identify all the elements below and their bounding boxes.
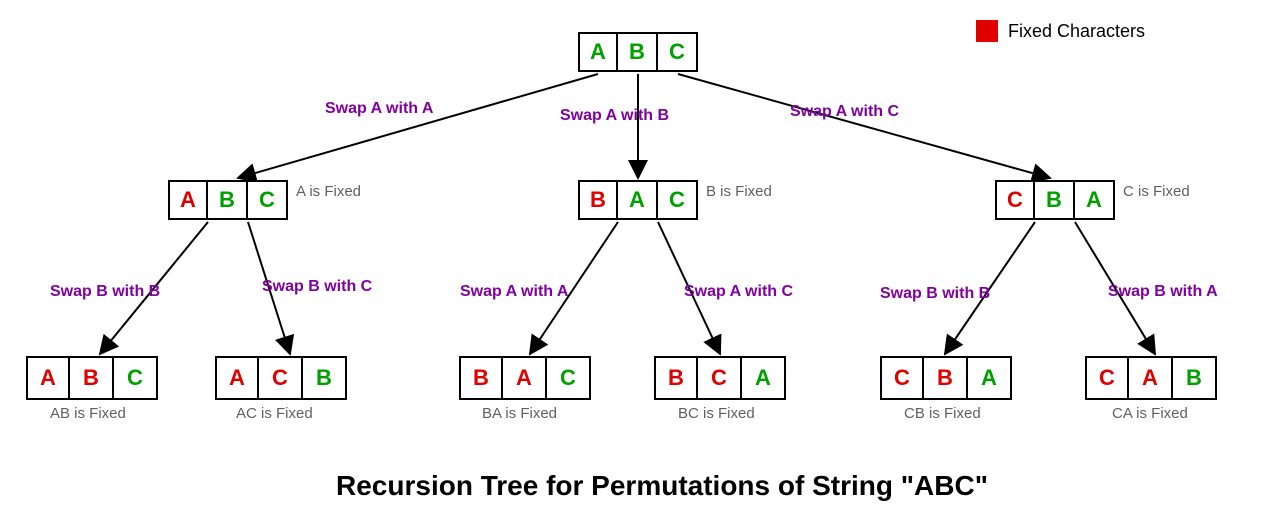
cell: A <box>215 356 259 400</box>
cell: B <box>924 356 968 400</box>
cell: B <box>70 356 114 400</box>
swap-label: Swap A with A <box>325 100 433 118</box>
node-mid-0: A B C <box>168 180 288 220</box>
cell: C <box>248 180 288 220</box>
cell: B <box>1035 180 1075 220</box>
cell: B <box>459 356 503 400</box>
node-leaf-0: A B C <box>26 356 158 400</box>
fixed-note: B is Fixed <box>706 184 772 201</box>
node-leaf-1: A C B <box>215 356 347 400</box>
cell: B <box>303 356 347 400</box>
cell: B <box>578 180 618 220</box>
legend-label: Fixed Characters <box>1008 21 1145 42</box>
node-mid-2: C B A <box>995 180 1115 220</box>
fixed-note: BC is Fixed <box>678 406 755 423</box>
edges <box>0 0 1288 524</box>
cell: C <box>995 180 1035 220</box>
cell: B <box>618 32 658 72</box>
node-leaf-3: B C A <box>654 356 786 400</box>
swap-label: Swap B with B <box>880 285 990 303</box>
fixed-note: CB is Fixed <box>904 406 981 423</box>
swap-label: Swap A with C <box>790 103 899 121</box>
cell: A <box>1129 356 1173 400</box>
fixed-note: CA is Fixed <box>1112 406 1188 423</box>
fixed-note: AC is Fixed <box>236 406 313 423</box>
swap-label: Swap B with C <box>262 278 372 296</box>
cell: B <box>1173 356 1217 400</box>
cell: C <box>698 356 742 400</box>
cell: C <box>547 356 591 400</box>
node-mid-1: B A C <box>578 180 698 220</box>
cell: C <box>658 180 698 220</box>
swap-label: Swap A with B <box>560 107 669 125</box>
fixed-note: BA is Fixed <box>482 406 557 423</box>
fixed-note: A is Fixed <box>296 184 361 201</box>
node-leaf-4: C B A <box>880 356 1012 400</box>
cell: C <box>880 356 924 400</box>
cell: B <box>654 356 698 400</box>
cell: A <box>26 356 70 400</box>
legend-color-box <box>976 20 998 42</box>
swap-label: Swap A with A <box>460 283 568 301</box>
swap-label: Swap B with B <box>50 283 160 301</box>
cell: C <box>114 356 158 400</box>
fixed-note: AB is Fixed <box>50 406 126 423</box>
cell: A <box>503 356 547 400</box>
cell: B <box>208 180 248 220</box>
cell: A <box>742 356 786 400</box>
diagram-title: Recursion Tree for Permutations of Strin… <box>336 470 988 502</box>
cell: A <box>968 356 1012 400</box>
cell: A <box>168 180 208 220</box>
cell: C <box>658 32 698 72</box>
node-leaf-5: C A B <box>1085 356 1217 400</box>
swap-label: Swap B with A <box>1108 283 1218 301</box>
node-root: A B C <box>578 32 698 72</box>
node-leaf-2: B A C <box>459 356 591 400</box>
cell: C <box>1085 356 1129 400</box>
legend: Fixed Characters <box>976 20 1145 42</box>
cell: A <box>618 180 658 220</box>
fixed-note: C is Fixed <box>1123 184 1190 201</box>
cell: A <box>578 32 618 72</box>
cell: C <box>259 356 303 400</box>
swap-label: Swap A with C <box>684 283 793 301</box>
cell: A <box>1075 180 1115 220</box>
